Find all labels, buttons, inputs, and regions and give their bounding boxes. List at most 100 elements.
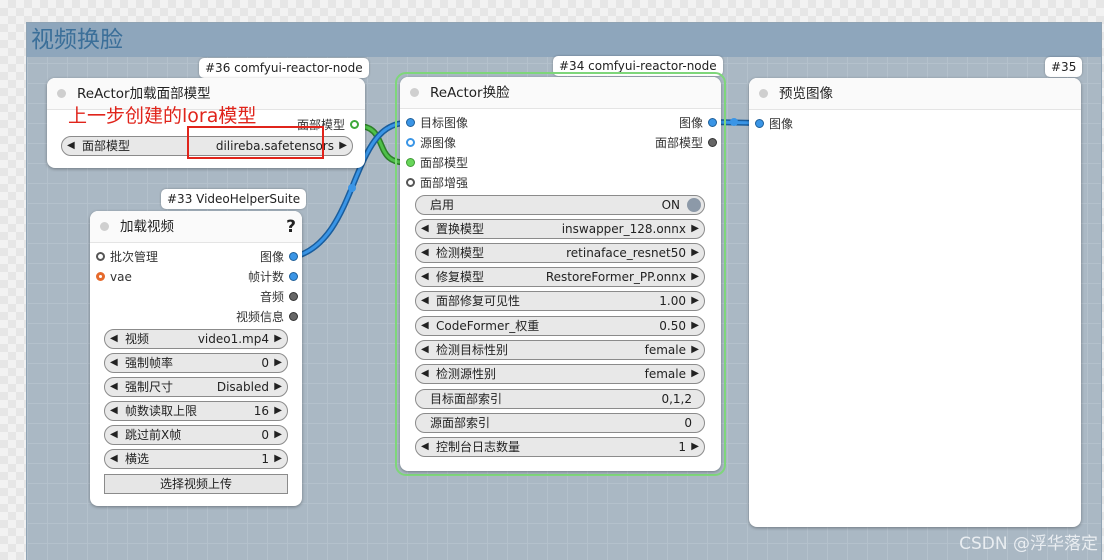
output-socket-icon[interactable]: [289, 272, 298, 281]
node-preview-image[interactable]: 预览图像 图像: [749, 78, 1081, 527]
swap-model-select[interactable]: ◀ 置换模型 inswapper_128.onnx ▶: [415, 219, 705, 239]
video-select[interactable]: ◀ 视频 video1.mp4 ▶: [104, 329, 288, 349]
node34-header[interactable]: ReActor换脸: [400, 77, 721, 109]
input-label: 批次管理: [110, 250, 159, 264]
source-face-index-field[interactable]: 源面部索引 0: [415, 413, 705, 433]
force-size-select[interactable]: ◀ 强制尺寸 Disabled ▶: [104, 377, 288, 397]
detect-model-select[interactable]: ◀ 检测模型 retinaface_resnet50 ▶: [415, 243, 705, 263]
widget-label: 强制帧率: [125, 356, 174, 370]
arrow-right-icon[interactable]: ▶: [274, 426, 282, 444]
arrow-left-icon[interactable]: ◀: [110, 378, 118, 396]
arrow-left-icon[interactable]: ◀: [110, 330, 118, 348]
arrow-left-icon[interactable]: ◀: [421, 438, 429, 456]
arrow-right-icon[interactable]: ▶: [691, 244, 699, 262]
restore-visibility-stepper[interactable]: ◀ 面部修复可见性 1.00 ▶: [415, 291, 705, 311]
input-socket-icon[interactable]: [96, 272, 105, 281]
detect-source-gender-select[interactable]: ◀ 检测源性别 female ▶: [415, 364, 705, 384]
arrow-left-icon[interactable]: ◀: [67, 137, 75, 155]
arrow-right-icon[interactable]: ▶: [691, 268, 699, 286]
arrow-left-icon[interactable]: ◀: [421, 268, 429, 286]
input-socket-icon[interactable]: [406, 158, 415, 167]
node-load-video[interactable]: 加载视频 ? 批次管理 vae 图像 帧计数 音频 视频信息 ◀ 视频 video1…: [90, 211, 302, 506]
arrow-right-icon[interactable]: ▶: [339, 137, 347, 155]
widget-label: 帧数读取上限: [125, 404, 198, 418]
skip-first-frames-stepper[interactable]: ◀ 跳过前X帧 0 ▶: [104, 425, 288, 445]
restore-model-select[interactable]: ◀ 修复模型 RestoreFormer_PP.onnx ▶: [415, 267, 705, 287]
watermark: CSDN @浮华落定: [959, 534, 1098, 554]
node33-header[interactable]: 加载视频 ?: [90, 211, 302, 243]
arrow-right-icon[interactable]: ▶: [691, 317, 699, 335]
input-socket-icon[interactable]: [755, 119, 764, 128]
arrow-right-icon[interactable]: ▶: [691, 365, 699, 383]
arrow-right-icon[interactable]: ▶: [274, 330, 282, 348]
output-socket-icon[interactable]: [708, 118, 717, 127]
console-log-level-stepper[interactable]: ◀ 控制台日志数量 1 ▶: [415, 437, 705, 457]
arrow-left-icon[interactable]: ◀: [421, 292, 429, 310]
arrow-right-icon[interactable]: ▶: [691, 292, 699, 310]
arrow-right-icon[interactable]: ▶: [691, 341, 699, 359]
collapse-dot-icon[interactable]: [100, 222, 109, 231]
node35-input-image[interactable]: 图像: [755, 115, 793, 133]
force-rate-stepper[interactable]: ◀ 强制帧率 0 ▶: [104, 353, 288, 373]
output-socket-icon[interactable]: [708, 138, 717, 147]
node35-title: 预览图像: [779, 86, 833, 102]
output-socket-icon[interactable]: [289, 312, 298, 321]
arrow-right-icon[interactable]: ▶: [274, 402, 282, 420]
arrow-right-icon[interactable]: ▶: [691, 220, 699, 238]
arrow-left-icon[interactable]: ◀: [421, 365, 429, 383]
arrow-left-icon[interactable]: ◀: [421, 220, 429, 238]
node33-input-batch[interactable]: 批次管理: [96, 248, 158, 266]
arrow-left-icon[interactable]: ◀: [110, 402, 118, 420]
target-face-index-field[interactable]: 目标面部索引 0,1,2: [415, 389, 705, 409]
collapse-dot-icon[interactable]: [410, 88, 419, 97]
node34-input-face-model[interactable]: 面部模型: [406, 154, 468, 172]
node33-badge: #33 VideoHelperSuite: [161, 189, 307, 209]
arrow-left-icon[interactable]: ◀: [110, 426, 118, 444]
node33-output-video-info[interactable]: 视频信息: [236, 308, 298, 326]
input-socket-icon[interactable]: [406, 118, 415, 127]
arrow-right-icon[interactable]: ▶: [274, 354, 282, 372]
enabled-toggle[interactable]: 启用 ON: [415, 195, 705, 215]
arrow-left-icon[interactable]: ◀: [421, 244, 429, 262]
help-icon[interactable]: ?: [286, 211, 296, 243]
codeformer-weight-stepper[interactable]: ◀ CodeFormer_权重 0.50 ▶: [415, 316, 705, 336]
toggle-knob-icon[interactable]: [687, 198, 701, 212]
arrow-left-icon[interactable]: ◀: [110, 354, 118, 372]
node34-input-face-boost[interactable]: 面部增强: [406, 174, 468, 192]
arrow-right-icon[interactable]: ▶: [691, 438, 699, 456]
arrow-right-icon[interactable]: ▶: [274, 378, 282, 396]
node33-output-image[interactable]: 图像: [260, 248, 298, 266]
output-socket-icon[interactable]: [289, 292, 298, 301]
collapse-dot-icon[interactable]: [57, 89, 66, 98]
node33-input-vae[interactable]: vae: [96, 268, 132, 286]
widget-value: 1.00: [659, 294, 686, 308]
output-socket-icon[interactable]: [350, 120, 359, 129]
node34-input-source-image[interactable]: 源图像: [406, 134, 456, 152]
arrow-left-icon[interactable]: ◀: [421, 341, 429, 359]
output-label: 帧计数: [247, 270, 284, 284]
node33-output-audio[interactable]: 音频: [260, 288, 298, 306]
widget-value: 0: [684, 416, 692, 430]
node34-input-target-image[interactable]: 目标图像: [406, 114, 468, 132]
node34-output-image[interactable]: 图像: [679, 114, 717, 132]
input-socket-icon[interactable]: [406, 178, 415, 187]
node35-header[interactable]: 预览图像: [749, 78, 1081, 110]
node33-title: 加载视频: [120, 219, 174, 235]
widget-label: 源面部索引: [430, 416, 491, 430]
arrow-left-icon[interactable]: ◀: [421, 317, 429, 335]
widget-label: 检测目标性别: [436, 343, 509, 357]
input-socket-icon[interactable]: [406, 138, 415, 147]
node33-output-frame-count[interactable]: 帧计数: [248, 268, 298, 286]
node34-output-face-model[interactable]: 面部模型: [655, 134, 717, 152]
detect-target-gender-select[interactable]: ◀ 检测目标性别 female ▶: [415, 340, 705, 360]
arrow-left-icon[interactable]: ◀: [110, 450, 118, 468]
widget-label: 面部修复可见性: [436, 294, 521, 308]
input-socket-icon[interactable]: [96, 252, 105, 261]
frame-load-cap-stepper[interactable]: ◀ 帧数读取上限 16 ▶: [104, 401, 288, 421]
node-reactor-faceswap[interactable]: ReActor换脸 目标图像 源图像 面部模型 面部增强 图像 面部模型 启用 …: [400, 77, 721, 471]
upload-video-button[interactable]: 选择视频上传: [104, 474, 288, 494]
output-socket-icon[interactable]: [289, 252, 298, 261]
arrow-right-icon[interactable]: ▶: [274, 450, 282, 468]
collapse-dot-icon[interactable]: [759, 89, 768, 98]
select-every-nth-stepper[interactable]: ◀ 横选 1 ▶: [104, 449, 288, 469]
